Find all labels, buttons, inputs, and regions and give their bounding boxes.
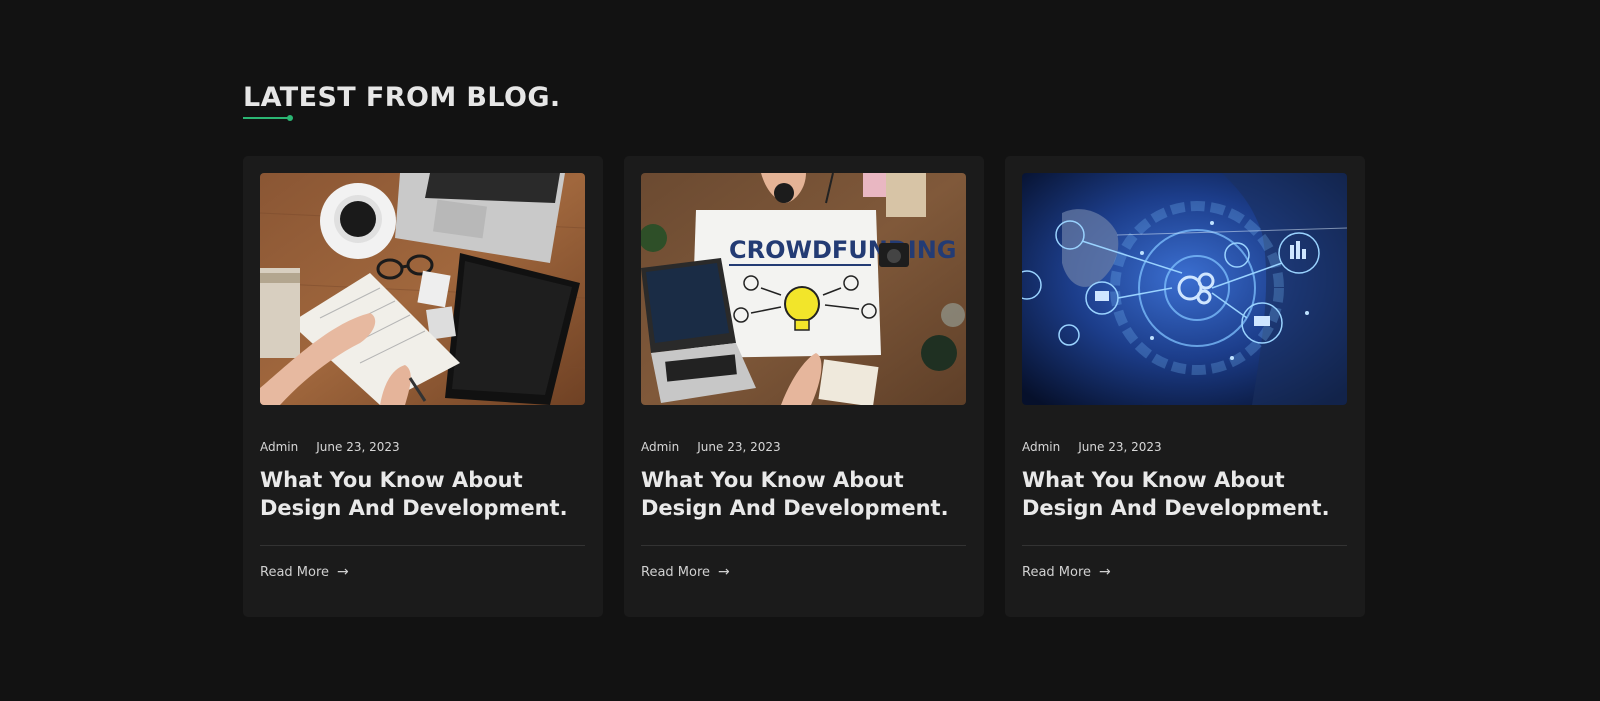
read-more-label: Read More xyxy=(641,564,711,580)
post-author[interactable]: Admin xyxy=(641,440,679,454)
post-title[interactable]: What You Know About Design And Developme… xyxy=(260,466,590,522)
blog-section: LATEST FROM BLOG. Admin June 23, 2023 Wh… xyxy=(243,0,1365,701)
read-more-link[interactable]: Read More → xyxy=(641,564,730,580)
blog-card[interactable]: CROWDFUNDING Admin June 23, 2023 What Yo… xyxy=(624,156,984,617)
read-more-label: Read More xyxy=(260,564,330,580)
card-divider xyxy=(641,545,966,546)
post-title[interactable]: What You Know About Design And Developme… xyxy=(641,466,971,522)
post-date: June 23, 2023 xyxy=(697,440,781,454)
read-more-link[interactable]: Read More → xyxy=(1022,564,1111,580)
arrow-right-icon: → xyxy=(718,564,730,580)
arrow-right-icon: → xyxy=(1099,564,1111,580)
post-meta: Admin June 23, 2023 xyxy=(260,440,400,454)
image-text: CROWDFUNDING xyxy=(729,236,957,264)
read-more-link[interactable]: Read More → xyxy=(260,564,349,580)
blog-card[interactable]: Admin June 23, 2023 What You Know About … xyxy=(1005,156,1365,617)
card-divider xyxy=(260,545,585,546)
post-author[interactable]: Admin xyxy=(260,440,298,454)
post-title[interactable]: What You Know About Design And Developme… xyxy=(1022,466,1352,522)
heading-underline xyxy=(243,115,295,121)
post-date: June 23, 2023 xyxy=(1078,440,1162,454)
post-meta: Admin June 23, 2023 xyxy=(1022,440,1162,454)
post-meta: Admin June 23, 2023 xyxy=(641,440,781,454)
post-image[interactable] xyxy=(260,173,585,405)
post-image[interactable] xyxy=(1022,173,1347,405)
section-heading: LATEST FROM BLOG. xyxy=(243,82,561,113)
card-divider xyxy=(1022,545,1347,546)
read-more-label: Read More xyxy=(1022,564,1092,580)
post-image[interactable]: CROWDFUNDING xyxy=(641,173,966,405)
post-date: June 23, 2023 xyxy=(316,440,400,454)
blog-cards: Admin June 23, 2023 What You Know About … xyxy=(243,156,1365,617)
post-author[interactable]: Admin xyxy=(1022,440,1060,454)
arrow-right-icon: → xyxy=(337,564,349,580)
blog-card[interactable]: Admin June 23, 2023 What You Know About … xyxy=(243,156,603,617)
